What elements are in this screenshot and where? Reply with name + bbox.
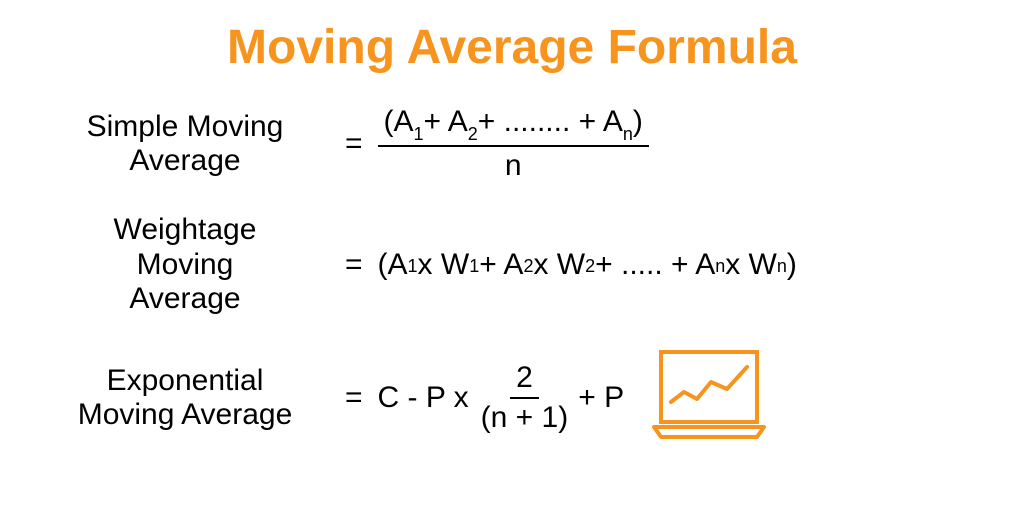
page-title: Moving Average Formula	[40, 20, 984, 75]
wma-label-line2: Moving	[40, 248, 330, 283]
ema-fraction: 2 (n + 1)	[481, 361, 569, 435]
ema-suffix: + P	[578, 381, 624, 415]
ema-equals: =	[345, 381, 363, 415]
ema-label-line2: Moving Average	[40, 398, 330, 433]
sma-expression: (A1+ A2+ ........ + An) n	[378, 105, 649, 183]
sma-equals: =	[345, 127, 363, 161]
ema-frac-bot: (n + 1)	[481, 399, 569, 435]
wma-equals: =	[345, 248, 363, 282]
formula-exponential-moving-average: Exponential Moving Average = C - P x 2 (…	[40, 347, 984, 450]
sma-label-line2: Average	[40, 144, 330, 179]
wma-label-line3: Average	[40, 282, 330, 317]
sma-label: Simple Moving Average	[40, 110, 330, 179]
wma-label: Weightage Moving Average	[40, 213, 330, 317]
ema-label: Exponential Moving Average	[40, 364, 330, 433]
ema-label-line1: Exponential	[40, 364, 330, 399]
wma-expression: (A1 x W1 + A2 x W2 + ..... + An x Wn)	[378, 248, 797, 282]
sma-label-line1: Simple Moving	[40, 110, 330, 145]
sma-fraction: (A1+ A2+ ........ + An) n	[378, 105, 649, 183]
sma-denominator: n	[505, 147, 522, 183]
ema-prefix: C - P x	[378, 381, 469, 415]
sma-numerator: (A1+ A2+ ........ + An)	[378, 105, 649, 147]
ema-frac-top: 2	[510, 361, 539, 399]
ema-expression: C - P x 2 (n + 1) + P	[378, 361, 625, 435]
formula-weightage-moving-average: Weightage Moving Average = (A1 x W1 + A2…	[40, 213, 984, 317]
formula-simple-moving-average: Simple Moving Average = (A1+ A2+ .......…	[40, 105, 984, 183]
laptop-chart-icon	[649, 347, 769, 450]
wma-label-line1: Weightage	[40, 213, 330, 248]
